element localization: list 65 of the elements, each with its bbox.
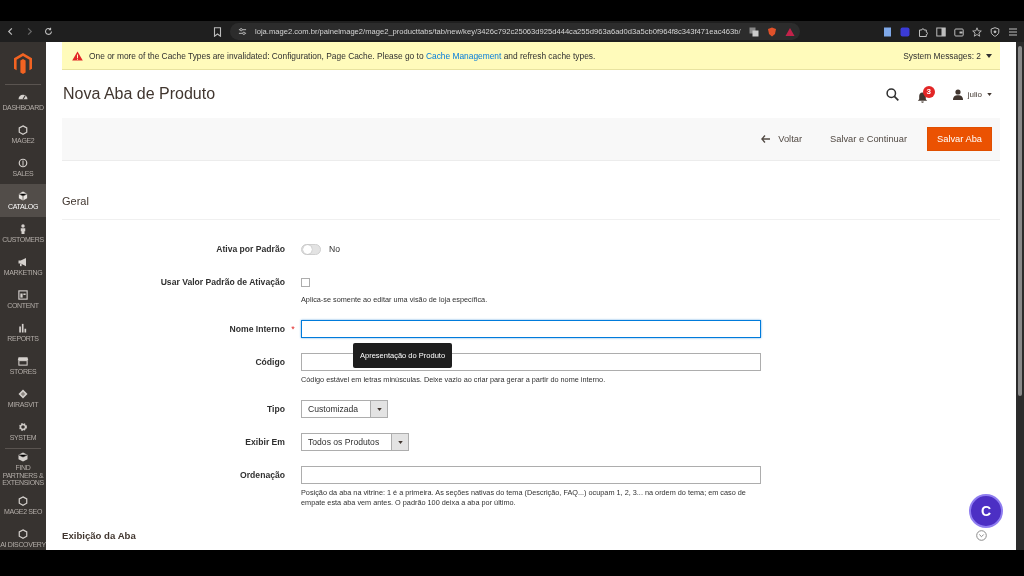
warning-icon bbox=[72, 50, 83, 61]
input-field[interactable] bbox=[301, 466, 761, 484]
bar-chart-icon bbox=[17, 322, 29, 335]
toggle-value: No bbox=[329, 244, 340, 254]
coin-icon bbox=[17, 157, 29, 170]
field-label: Usar Valor Padrão de Ativação bbox=[159, 276, 285, 289]
notification-count: 3 bbox=[922, 85, 935, 98]
translate-icon[interactable] bbox=[748, 26, 759, 37]
scrollbar-thumb[interactable] bbox=[1018, 46, 1022, 396]
star-icon[interactable] bbox=[972, 26, 982, 37]
letter-tile-icon[interactable] bbox=[900, 26, 910, 37]
checkbox[interactable] bbox=[301, 277, 310, 287]
hexagon-icon bbox=[17, 124, 29, 137]
chat-button[interactable]: C bbox=[969, 494, 1003, 528]
field-label: Código bbox=[254, 356, 285, 369]
document-icon[interactable] bbox=[883, 26, 892, 37]
field-label: Ordenação bbox=[239, 469, 285, 482]
storefront-icon bbox=[17, 355, 29, 368]
notifications-button[interactable]: 3 bbox=[916, 85, 935, 103]
layout-window-icon bbox=[17, 289, 29, 302]
site-settings-icon bbox=[238, 27, 247, 36]
save-button[interactable]: Salvar Aba bbox=[927, 127, 992, 151]
gear-icon bbox=[17, 421, 29, 434]
search-icon[interactable] bbox=[885, 87, 899, 101]
shield-icon[interactable] bbox=[990, 26, 1000, 37]
caret-down-icon bbox=[397, 440, 403, 444]
left-arrow-icon bbox=[761, 135, 771, 143]
puzzle-icon[interactable] bbox=[918, 26, 928, 37]
hexagon-icon bbox=[17, 495, 29, 508]
person-icon bbox=[952, 88, 963, 100]
cache-warning-message: One or more of the Cache Types are invalidated: Configuration, Page Cache. Please go to Cache Management and refresh cache types. bbox=[89, 50, 596, 61]
field-label: Ativa por Padrão bbox=[215, 243, 285, 256]
field-label: Exibir Em bbox=[244, 436, 285, 449]
input-field[interactable] bbox=[301, 320, 761, 338]
bell-icon bbox=[916, 91, 928, 103]
field-label: Tipo bbox=[266, 403, 285, 416]
magento-logo-icon bbox=[14, 52, 32, 74]
diamond-icon bbox=[17, 388, 29, 401]
page-title: Nova Aba de Produto bbox=[63, 85, 216, 103]
required-asterisk: * bbox=[291, 324, 295, 334]
caret-down-icon bbox=[986, 53, 992, 58]
field-label: Nome Interno bbox=[228, 323, 285, 336]
sidebar-panel-icon[interactable] bbox=[936, 26, 946, 37]
user-menu[interactable]: julio bbox=[952, 88, 992, 100]
cube-icon bbox=[17, 190, 29, 203]
cache-management-link[interactable]: Cache Management bbox=[425, 50, 502, 61]
menu-icon[interactable] bbox=[1008, 26, 1018, 37]
caret-down-icon bbox=[987, 92, 992, 96]
hexagon-icon bbox=[17, 528, 29, 541]
reload-icon[interactable] bbox=[44, 27, 53, 36]
lion-shield-icon[interactable] bbox=[766, 26, 777, 37]
save-continue-button[interactable]: Salvar e Continuar bbox=[820, 127, 918, 151]
select-dropdown[interactable]: Customizada bbox=[301, 400, 389, 418]
megaphone-icon bbox=[17, 256, 29, 269]
select-dropdown[interactable]: Todos os Produtos bbox=[301, 433, 410, 451]
section-title: Geral bbox=[62, 161, 1000, 220]
wallet-icon[interactable] bbox=[954, 26, 964, 37]
box-icon bbox=[17, 450, 29, 463]
section-title: Exibição da Aba bbox=[62, 530, 136, 541]
system-messages-toggle[interactable]: System Messages: 2 bbox=[903, 50, 992, 61]
back-button[interactable]: Voltar bbox=[751, 127, 813, 151]
bookmark-icon[interactable] bbox=[213, 26, 222, 37]
toggle-switch[interactable] bbox=[301, 243, 321, 255]
caret-down-icon bbox=[376, 407, 382, 411]
triangle-icon[interactable] bbox=[784, 26, 795, 37]
